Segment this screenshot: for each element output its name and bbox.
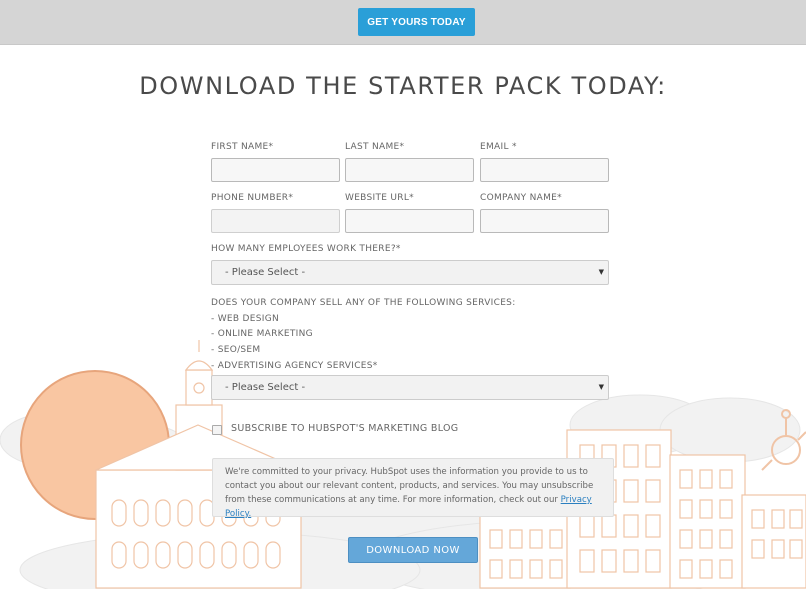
company-label: COMPANY NAME* [480, 193, 562, 203]
website-input[interactable] [345, 209, 474, 233]
email-label: EMAIL * [480, 142, 517, 152]
subscribe-label[interactable]: SUBSCRIBE TO HUBSPOT'S MARKETING BLOG [231, 423, 458, 434]
website-label: WEBSITE URL* [345, 193, 414, 203]
download-now-button[interactable]: DOWNLOAD NOW [348, 537, 478, 563]
employees-select-value: - Please Select - [225, 267, 306, 278]
first-name-input[interactable] [211, 158, 340, 182]
top-bar: GET YOURS TODAY [0, 0, 806, 45]
service-item: - ADVERTISING AGENCY SERVICES* [211, 360, 378, 371]
service-item: - ONLINE MARKETING [211, 329, 313, 340]
services-select[interactable]: - Please Select - ▼ [211, 375, 609, 400]
privacy-notice: We're committed to your privacy. HubSpot… [212, 458, 614, 519]
last-name-input[interactable] [345, 158, 474, 182]
select-arrow-icon: ▼ [598, 268, 604, 276]
company-input[interactable] [480, 209, 609, 233]
service-item: - WEB DESIGN [211, 313, 280, 324]
subscribe-checkbox[interactable] [212, 425, 222, 435]
phone-label: PHONE NUMBER* [211, 193, 294, 203]
employees-select[interactable]: - Please Select - ▼ [211, 260, 609, 285]
services-select-value: - Please Select - [225, 382, 306, 393]
first-name-label: FIRST NAME* [211, 142, 274, 152]
service-item: - SEO/SEM [211, 345, 261, 356]
employees-label: HOW MANY EMPLOYEES WORK THERE?* [211, 244, 401, 254]
select-arrow-icon: ▼ [598, 383, 604, 391]
page-title: DOWNLOAD THE STARTER PACK TODAY: [139, 72, 667, 100]
services-question: DOES YOUR COMPANY SELL ANY OF THE FOLLOW… [211, 296, 516, 375]
get-yours-today-button[interactable]: GET YOURS TODAY [358, 8, 475, 36]
services-intro: DOES YOUR COMPANY SELL ANY OF THE FOLLOW… [211, 298, 516, 308]
phone-input[interactable] [211, 209, 340, 233]
last-name-label: LAST NAME* [345, 142, 405, 152]
email-input[interactable] [480, 158, 609, 182]
privacy-text: We're committed to your privacy. HubSpot… [225, 467, 594, 505]
